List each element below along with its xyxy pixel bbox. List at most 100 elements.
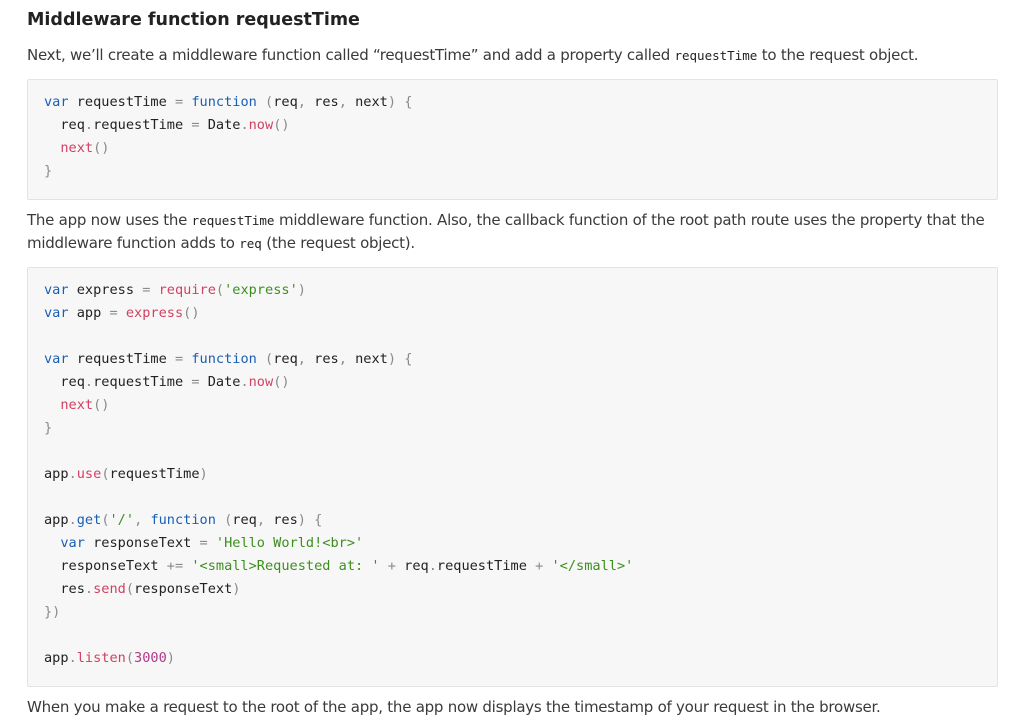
- code-token: ): [166, 650, 175, 666]
- code-token: {: [314, 512, 323, 528]
- code-token: =: [199, 535, 208, 551]
- code-token: (): [273, 374, 290, 390]
- code-token: req: [273, 351, 298, 367]
- code-token: requestTime: [68, 94, 175, 110]
- code-token: ,: [338, 94, 347, 110]
- intro-paragraph: Next, we’ll create a middleware function…: [27, 44, 987, 67]
- code-token: (): [183, 305, 200, 321]
- code-line: responseText += '<small>Requested at: ' …: [44, 555, 997, 578]
- code-token: require: [158, 282, 216, 298]
- code-token: send: [93, 581, 126, 597]
- code-token: ,: [338, 351, 347, 367]
- inline-code-requestTime: requestTime: [674, 48, 758, 63]
- intro-text-after: to the request object.: [757, 46, 919, 64]
- code-token: ): [232, 581, 241, 597]
- code-token: next: [346, 94, 388, 110]
- code-token: express: [68, 282, 143, 298]
- code-token: app: [68, 305, 110, 321]
- code-token: =: [109, 305, 118, 321]
- code-token: req: [44, 374, 85, 390]
- code-token: function: [191, 94, 257, 110]
- code-token: app: [44, 466, 69, 482]
- code-line: next(): [44, 394, 997, 417]
- code-token: (: [265, 351, 274, 367]
- code-token: res: [44, 581, 85, 597]
- code-token: =: [191, 117, 200, 133]
- code-line: app.listen(3000): [44, 647, 997, 670]
- code-token: ): [387, 351, 396, 367]
- code-token: (: [101, 512, 110, 528]
- code-line: req.requestTime = Date.now(): [44, 371, 997, 394]
- code-token: .: [84, 374, 94, 390]
- explain-text-after: (the request object).: [261, 234, 415, 252]
- code-token: (: [125, 581, 135, 597]
- code-token: 3000: [134, 650, 167, 666]
- code-token: var: [44, 94, 69, 110]
- code-token: listen: [76, 650, 126, 666]
- section-heading: Middleware function requestTime: [27, 10, 360, 30]
- explain-text-before: The app now uses the: [27, 211, 192, 229]
- code-token: .: [68, 466, 77, 482]
- code-token: Date: [199, 374, 241, 390]
- code-token: '<small>Requested at: ': [191, 558, 380, 574]
- code-token: {: [404, 351, 413, 367]
- code-token: '</small>': [551, 558, 634, 574]
- intro-text-before: Next, we’ll create a middleware function…: [27, 46, 675, 64]
- code-token: }: [44, 163, 53, 179]
- code-token: function: [150, 512, 216, 528]
- code-token: (: [265, 94, 274, 110]
- code-line: var app = express(): [44, 302, 997, 325]
- code-token: +: [387, 558, 396, 574]
- code-token: var: [44, 305, 69, 321]
- code-token: req: [232, 512, 257, 528]
- code-token: (): [93, 397, 110, 413]
- code-token: req: [44, 117, 85, 133]
- code-token: var: [44, 282, 69, 298]
- code-line: }: [44, 417, 997, 440]
- code-token: next: [60, 397, 94, 413]
- code-token: .: [240, 374, 249, 390]
- code-token: app: [44, 650, 69, 666]
- code-token: use: [76, 466, 102, 482]
- code-line: var express = require('express'): [44, 279, 997, 302]
- code-token: =: [174, 94, 184, 110]
- code-block-app: var express = require('express') var app …: [27, 267, 998, 687]
- code-token: var: [44, 351, 69, 367]
- code-line: }): [44, 601, 997, 624]
- code-token: req: [273, 94, 298, 110]
- code-token: =: [191, 374, 200, 390]
- inline-code-req: req: [239, 236, 262, 251]
- code-token: ,: [297, 94, 306, 110]
- code-token: ): [297, 512, 306, 528]
- code-token: (: [101, 466, 110, 482]
- outro-paragraph: When you make a request to the root of t…: [27, 698, 881, 716]
- code-token: ,: [297, 351, 306, 367]
- code-line: app.use(requestTime): [44, 463, 997, 486]
- code-line: next(): [44, 137, 997, 160]
- code-token: (: [125, 650, 135, 666]
- code-token: get: [76, 512, 102, 528]
- code-token: var: [60, 535, 85, 551]
- code-line: var requestTime = function (req, res, ne…: [44, 91, 997, 114]
- code-block-middleware: var requestTime = function (req, res, ne…: [27, 79, 998, 200]
- code-token: express: [125, 305, 184, 321]
- code-token: (): [273, 117, 290, 133]
- code-token: .: [84, 581, 94, 597]
- code-token: =: [174, 351, 184, 367]
- code-line: var responseText = 'Hello World!<br>': [44, 532, 997, 555]
- inline-code-requestTime: requestTime: [191, 213, 275, 228]
- code-token: next: [60, 140, 94, 156]
- code-line: req.requestTime = Date.now(): [44, 114, 997, 137]
- code-token: requestTime: [109, 466, 200, 482]
- code-token: requestTime: [93, 374, 192, 390]
- code-token: {: [404, 94, 413, 110]
